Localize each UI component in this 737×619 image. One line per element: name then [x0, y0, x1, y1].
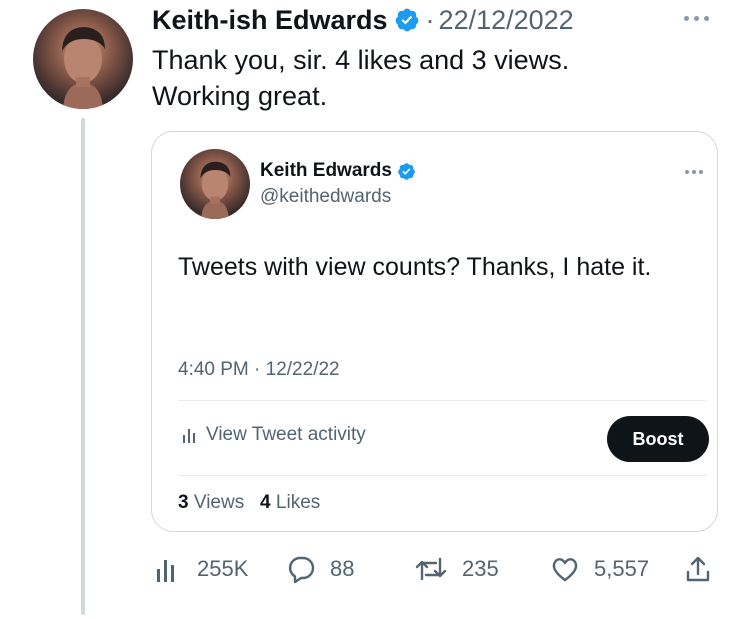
- thread-connector-line: [81, 118, 85, 615]
- tweet-date[interactable]: 22/12/2022: [439, 5, 574, 36]
- quoted-author-handle[interactable]: @keithedwards: [260, 186, 391, 208]
- view-tweet-activity-label: View Tweet activity: [206, 424, 366, 445]
- view-tweet-activity-link[interactable]: View Tweet activity: [180, 424, 366, 446]
- quoted-tweet-timestamp[interactable]: 4:40 PM · 12/22/22: [178, 359, 340, 381]
- tweet-header: Keith-ish Edwards · 22/12/2022: [152, 3, 574, 37]
- like-action[interactable]: 5,557: [550, 551, 649, 587]
- views-count: 3: [178, 492, 189, 513]
- verified-badge-icon: [394, 7, 420, 33]
- reply-count: 88: [330, 556, 355, 581]
- like-count: 5,557: [594, 556, 650, 581]
- share-icon: [686, 556, 710, 582]
- avatar-portrait: [62, 27, 105, 109]
- views-label[interactable]: Views: [194, 492, 244, 513]
- views-count: 255K: [197, 556, 249, 581]
- share-action[interactable]: [683, 551, 713, 587]
- reply-icon: [288, 556, 315, 584]
- divider: [178, 400, 707, 401]
- retweet-action[interactable]: 235: [414, 551, 499, 587]
- divider: [178, 475, 707, 476]
- reply-action[interactable]: 88: [286, 551, 354, 587]
- avatar-portrait: [200, 161, 231, 219]
- tweet-action-bar: 255K 88 235 5,557: [153, 551, 720, 587]
- more-icon[interactable]: [684, 14, 714, 22]
- like-icon: [552, 558, 578, 582]
- quoted-author-name-row: Keith Edwards: [260, 160, 416, 182]
- author-name[interactable]: Keith-ish Edwards: [152, 5, 388, 36]
- more-icon[interactable]: [685, 170, 703, 174]
- quoted-tweet-counts: 3 Views 4 Likes: [178, 492, 320, 514]
- verified-badge-icon: [397, 162, 416, 181]
- quoted-author-avatar[interactable]: [180, 149, 250, 219]
- header-separator: ·: [425, 4, 435, 35]
- boost-button[interactable]: Boost: [607, 416, 709, 462]
- analytics-icon: [157, 560, 174, 582]
- views-action[interactable]: 255K: [153, 551, 248, 587]
- author-avatar[interactable]: [33, 9, 133, 109]
- quoted-tweet-card[interactable]: Keith Edwards @keithedwards Tweets with …: [151, 131, 718, 532]
- quoted-author-name[interactable]: Keith Edwards: [260, 160, 392, 182]
- analytics-icon: [183, 429, 195, 443]
- likes-count: 4: [260, 492, 271, 513]
- retweet-count: 235: [462, 556, 499, 581]
- retweet-icon: [415, 557, 447, 581]
- likes-label[interactable]: Likes: [276, 492, 320, 513]
- quoted-tweet-text: Tweets with view counts? Thanks, I hate …: [178, 253, 652, 281]
- tweet-text: Thank you, sir. 4 likes and 3 views. Wor…: [152, 45, 570, 111]
